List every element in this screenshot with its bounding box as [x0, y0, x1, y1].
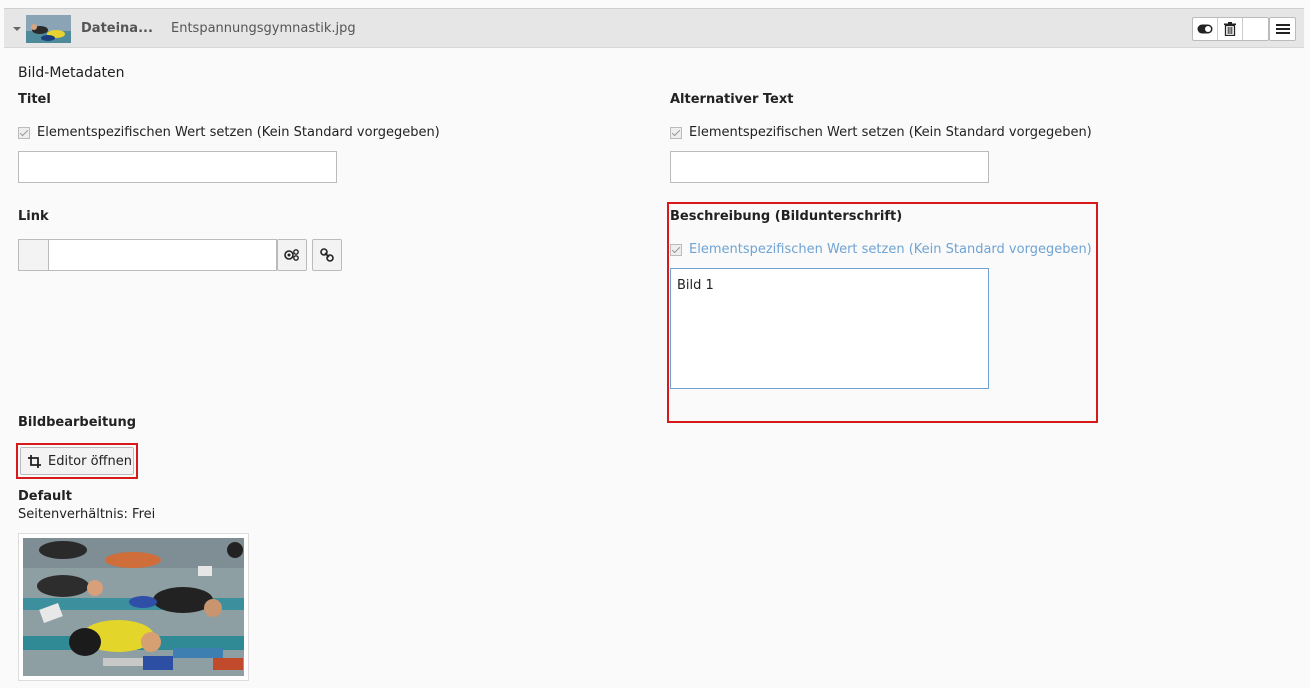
alt-text-label: Alternativer Text: [670, 92, 794, 107]
header-button-group: [1192, 17, 1269, 41]
title-override-checkbox[interactable]: [18, 126, 30, 139]
link-label: Link: [18, 209, 49, 224]
description-label: Beschreibung (Bildunterschrift): [670, 209, 903, 224]
collapse-caret-icon[interactable]: [13, 27, 21, 31]
toggle-visibility-button[interactable]: [1193, 18, 1218, 40]
file-thumbnail: [26, 15, 71, 43]
alt-override-checkbox[interactable]: [670, 126, 682, 139]
description-override-row[interactable]: Elementspezifischen Wert setzen (Kein St…: [670, 242, 1092, 257]
title-label: Titel: [18, 92, 51, 107]
open-editor-button[interactable]: Editor öffnen: [20, 447, 134, 475]
chain-link-icon: [320, 248, 334, 262]
delete-button[interactable]: [1218, 18, 1243, 40]
section-title: Bild-Metadaten: [18, 65, 125, 81]
title-override-row[interactable]: Elementspezifischen Wert setzen (Kein St…: [18, 125, 440, 140]
header-spacer-button[interactable]: [1243, 18, 1268, 40]
file-label: Dateina...: [81, 21, 153, 36]
link-addon: [18, 239, 49, 271]
alt-text-input[interactable]: [670, 151, 989, 183]
crop-variant-name: Default: [18, 489, 72, 504]
title-override-label: Elementspezifischen Wert setzen (Kein St…: [37, 125, 440, 140]
open-editor-label: Editor öffnen: [48, 453, 132, 469]
link-input[interactable]: [48, 239, 277, 271]
toggle-icon: [1197, 24, 1213, 34]
alt-override-label: Elementspezifischen Wert setzen (Kein St…: [689, 125, 1092, 140]
description-override-label: Elementspezifischen Wert setzen (Kein St…: [689, 242, 1092, 257]
description-textarea[interactable]: Bild 1: [670, 268, 989, 389]
image-preview[interactable]: [18, 533, 249, 681]
alt-override-row[interactable]: Elementspezifischen Wert setzen (Kein St…: [670, 125, 1092, 140]
file-name: Entspannungsgymnastik.jpg: [171, 21, 356, 36]
menu-button[interactable]: [1269, 17, 1296, 41]
file-reference-header[interactable]: Dateina... Entspannungsgymnastik.jpg: [4, 8, 1304, 48]
link-browser-icon: [284, 249, 299, 261]
link-browser-button[interactable]: [277, 239, 307, 271]
menu-icon: [1275, 24, 1290, 34]
link-button[interactable]: [312, 239, 342, 271]
image-editing-label: Bildbearbeitung: [18, 415, 137, 430]
preview-photo: [23, 538, 244, 676]
trash-icon: [1224, 22, 1236, 36]
title-input[interactable]: [18, 151, 337, 183]
crop-icon: [28, 454, 41, 468]
aspect-ratio-text: Seitenverhältnis: Frei: [18, 507, 156, 522]
description-override-checkbox[interactable]: [670, 243, 682, 256]
